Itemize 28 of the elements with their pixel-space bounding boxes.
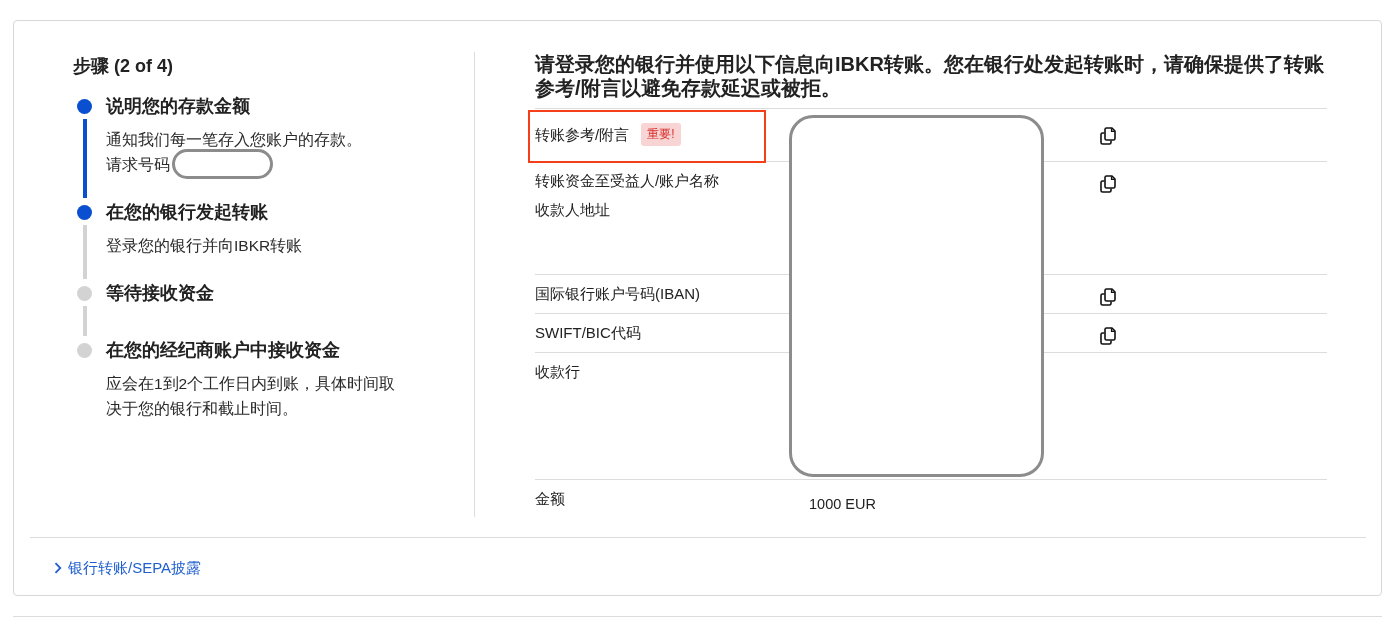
- field-label: 转账参考/附言: [535, 124, 630, 145]
- step-description: 通知我们每一笔存入您账户的存款。: [106, 130, 362, 150]
- step-dot-icon: [77, 342, 92, 358]
- step-title: 说明您的存款金额: [106, 95, 251, 118]
- amount-value: 1000 EUR: [809, 495, 876, 514]
- step-title: 在您的银行发起转账: [106, 201, 269, 224]
- field-label: SWIFT/BIC代码: [535, 323, 641, 343]
- request-number-label: 请求号码: [106, 155, 170, 175]
- field-label: 国际银行账户号码(IBAN): [535, 284, 700, 304]
- step-dot-icon: [77, 285, 92, 301]
- copy-icon[interactable]: [1099, 327, 1117, 345]
- field-label: 收款人地址: [535, 200, 610, 220]
- disclosure-link[interactable]: 银行转账/SEPA披露: [54, 558, 202, 578]
- copy-icon[interactable]: [1099, 288, 1117, 306]
- step-description: 应会在1到2个工作日内到账，具体时间取决于您的银行和截止时间。: [106, 374, 397, 419]
- step-title: 等待接收资金: [106, 282, 214, 305]
- step-dot-icon: [77, 204, 92, 220]
- copy-icon[interactable]: [1099, 175, 1117, 193]
- instructions-heading: 请登录您的银行并使用以下信息向IBKR转账。您在银行处发起转账时，请确保提供了转账参考/附言以避免存款延迟或被拒。: [535, 52, 1325, 100]
- step-title: 在您的经纪商账户中接收资金: [106, 339, 341, 362]
- step-dot-icon: [77, 98, 92, 114]
- steps-title: 步骤 (2 of 4): [73, 55, 174, 78]
- field-label: 金额: [535, 489, 565, 509]
- step-description: 登录您的银行并向IBKR转账: [106, 236, 303, 256]
- copy-icon[interactable]: [1099, 127, 1117, 145]
- field-label: 转账资金至受益人/账户名称: [535, 171, 720, 191]
- field-label: 收款行: [535, 362, 580, 382]
- important-badge: 重要!: [641, 123, 681, 146]
